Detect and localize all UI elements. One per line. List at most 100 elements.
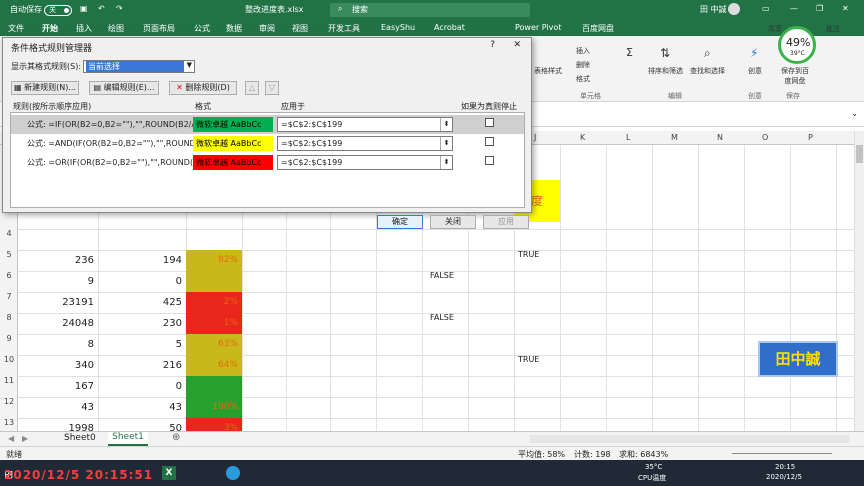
cell-b[interactable]: 5 bbox=[98, 334, 186, 355]
row-header[interactable]: 13 bbox=[0, 418, 18, 427]
move-up-button[interactable]: △ bbox=[245, 81, 259, 95]
stop-if-true-checkbox[interactable] bbox=[485, 137, 494, 146]
collapse-icon[interactable]: ⬍ bbox=[440, 137, 452, 150]
cell-a[interactable]: 8 bbox=[18, 334, 98, 355]
tab-acrobat[interactable]: Acrobat bbox=[434, 23, 465, 32]
row-header[interactable]: 8 bbox=[0, 313, 18, 322]
cell-b[interactable]: 0 bbox=[98, 271, 186, 292]
delete-rule-button[interactable]: ✕ 删除规则(D) bbox=[169, 81, 237, 95]
row-header[interactable]: 4 bbox=[0, 229, 18, 238]
cell-c-percent[interactable]: 2% bbox=[186, 292, 242, 313]
tab-home[interactable]: 开始 bbox=[42, 23, 58, 34]
cell-c-percent[interactable]: 1% bbox=[186, 313, 242, 334]
collapse-icon[interactable]: ⬍ bbox=[440, 156, 452, 169]
find-icon[interactable]: ⌕ bbox=[704, 46, 711, 61]
add-sheet-icon[interactable]: ⊕ bbox=[172, 432, 180, 443]
cell-b[interactable]: 43 bbox=[98, 397, 186, 418]
column-header-j[interactable]: J bbox=[534, 133, 536, 142]
comment-button[interactable]: 批注 bbox=[826, 24, 840, 34]
cell-a[interactable]: 340 bbox=[18, 355, 98, 376]
column-header-n[interactable]: N bbox=[717, 133, 723, 142]
cell-a[interactable]: 23191 bbox=[18, 292, 98, 313]
new-rule-button[interactable]: ▦ 新建规则(N)... bbox=[11, 81, 79, 95]
close-icon[interactable]: ✕ bbox=[513, 40, 521, 50]
column-header-l[interactable]: L bbox=[626, 133, 630, 142]
cell-b[interactable] bbox=[98, 229, 186, 250]
tab-baidu[interactable]: 百度网盘 bbox=[582, 23, 614, 34]
next-sheet-icon[interactable]: ▶ bbox=[22, 434, 28, 443]
tab-easyshu[interactable]: EasyShu bbox=[381, 23, 415, 32]
cell-a[interactable]: 24048 bbox=[18, 313, 98, 334]
applies-to-field[interactable]: =$C$2:$C$199 ⬍ bbox=[277, 155, 453, 170]
applies-to-field[interactable]: =$C$2:$C$199 ⬍ bbox=[277, 136, 453, 151]
cell-c-percent[interactable] bbox=[186, 229, 242, 250]
prev-sheet-icon[interactable]: ◀ bbox=[8, 434, 14, 443]
cell-a[interactable] bbox=[18, 229, 98, 250]
cell-c-percent[interactable] bbox=[186, 376, 242, 397]
tab-power-pivot[interactable]: Power Pivot bbox=[515, 23, 561, 32]
sort-filter-icon[interactable]: ⇅ bbox=[660, 46, 670, 60]
row-header[interactable]: 11 bbox=[0, 376, 18, 385]
stop-if-true-checkbox[interactable] bbox=[485, 156, 494, 165]
create-icon[interactable]: ⚡ bbox=[750, 46, 758, 60]
save-cloud-button[interactable]: 保存到百度网盘 bbox=[780, 66, 810, 86]
cell-a[interactable]: 9 bbox=[18, 271, 98, 292]
tab-file[interactable]: 文件 bbox=[8, 23, 24, 34]
excel-taskbar-icon[interactable]: X bbox=[162, 466, 176, 480]
collapse-icon[interactable]: ⬍ bbox=[440, 118, 452, 131]
close-button[interactable]: 关闭 bbox=[430, 215, 476, 229]
undo-icon[interactable]: ↶ bbox=[98, 4, 105, 13]
tab-draw[interactable]: 绘图 bbox=[108, 23, 124, 34]
tab-view[interactable]: 视图 bbox=[292, 23, 308, 34]
tab-page-layout[interactable]: 页面布局 bbox=[143, 23, 175, 34]
cell-b[interactable]: 425 bbox=[98, 292, 186, 313]
scroll-thumb[interactable] bbox=[856, 145, 863, 163]
move-down-button[interactable]: ▽ bbox=[265, 81, 279, 95]
sheet-tab-sheet1[interactable]: Sheet1 bbox=[108, 432, 148, 446]
rule-row[interactable]: 公式: =OR(IF(OR(B2=0,B2=""),"",ROUND(... 微… bbox=[11, 153, 524, 172]
tab-review[interactable]: 审阅 bbox=[259, 23, 275, 34]
edge-taskbar-icon[interactable] bbox=[226, 466, 240, 480]
cell-b[interactable]: 216 bbox=[98, 355, 186, 376]
restore-icon[interactable]: ❐ bbox=[816, 4, 823, 13]
autosave-toggle[interactable]: 关 bbox=[44, 5, 72, 16]
cell-b[interactable]: 194 bbox=[98, 250, 186, 271]
format-cells-button[interactable]: 格式 bbox=[576, 74, 590, 84]
save-icon[interactable]: ▣ bbox=[80, 4, 88, 13]
sort-filter-button[interactable]: 排序和筛选 bbox=[648, 66, 683, 76]
share-button[interactable]: 共享 bbox=[768, 24, 782, 34]
avatar[interactable] bbox=[728, 3, 740, 15]
horizontal-scrollbar[interactable] bbox=[530, 435, 850, 443]
column-header-m[interactable]: M bbox=[671, 133, 678, 142]
find-select-button[interactable]: 查找和选择 bbox=[690, 66, 725, 76]
create-button[interactable]: 创意 bbox=[748, 66, 762, 76]
close-window-icon[interactable]: ✕ bbox=[842, 4, 849, 13]
row-header[interactable]: 10 bbox=[0, 355, 18, 364]
edit-rule-button[interactable]: ▤ 编辑规则(E)... bbox=[89, 81, 159, 95]
column-header-p[interactable]: P bbox=[808, 133, 813, 142]
row-header[interactable]: 12 bbox=[0, 397, 18, 406]
tab-insert[interactable]: 插入 bbox=[76, 23, 92, 34]
rule-row[interactable]: 公式: =AND(IF(OR(B2=0,B2=""),"",ROUND(B...… bbox=[11, 134, 524, 153]
redo-icon[interactable]: ↷ bbox=[116, 4, 123, 13]
cell-c-percent[interactable]: 64% bbox=[186, 355, 242, 376]
help-icon[interactable]: ? bbox=[490, 40, 495, 50]
rule-row[interactable]: 公式: =IF(OR(B2=0,B2=""),"",ROUND(B2/A... … bbox=[11, 115, 524, 134]
zoom-slider[interactable] bbox=[732, 453, 832, 454]
expand-formula-icon[interactable]: ⌄ bbox=[851, 109, 858, 118]
row-header[interactable]: 5 bbox=[0, 250, 18, 259]
cell-a[interactable]: 43 bbox=[18, 397, 98, 418]
cell-b[interactable]: 0 bbox=[98, 376, 186, 397]
stop-if-true-checkbox[interactable] bbox=[485, 118, 494, 127]
apply-button[interactable]: 应用 bbox=[483, 215, 529, 229]
tab-data[interactable]: 数据 bbox=[226, 23, 242, 34]
cell-c-percent[interactable]: 63% bbox=[186, 334, 242, 355]
row-header[interactable]: 6 bbox=[0, 271, 18, 280]
rule-list[interactable]: 公式: =IF(OR(B2=0,B2=""),"",ROUND(B2/A... … bbox=[10, 112, 525, 208]
search-input[interactable]: ⌕ 搜索 bbox=[330, 3, 530, 17]
cell-a[interactable]: 236 bbox=[18, 250, 98, 271]
column-header-k[interactable]: K bbox=[580, 133, 585, 142]
ribbon-display-icon[interactable]: ▭ bbox=[762, 4, 770, 13]
cell-b[interactable]: 230 bbox=[98, 313, 186, 334]
vertical-scrollbar[interactable] bbox=[854, 131, 864, 431]
